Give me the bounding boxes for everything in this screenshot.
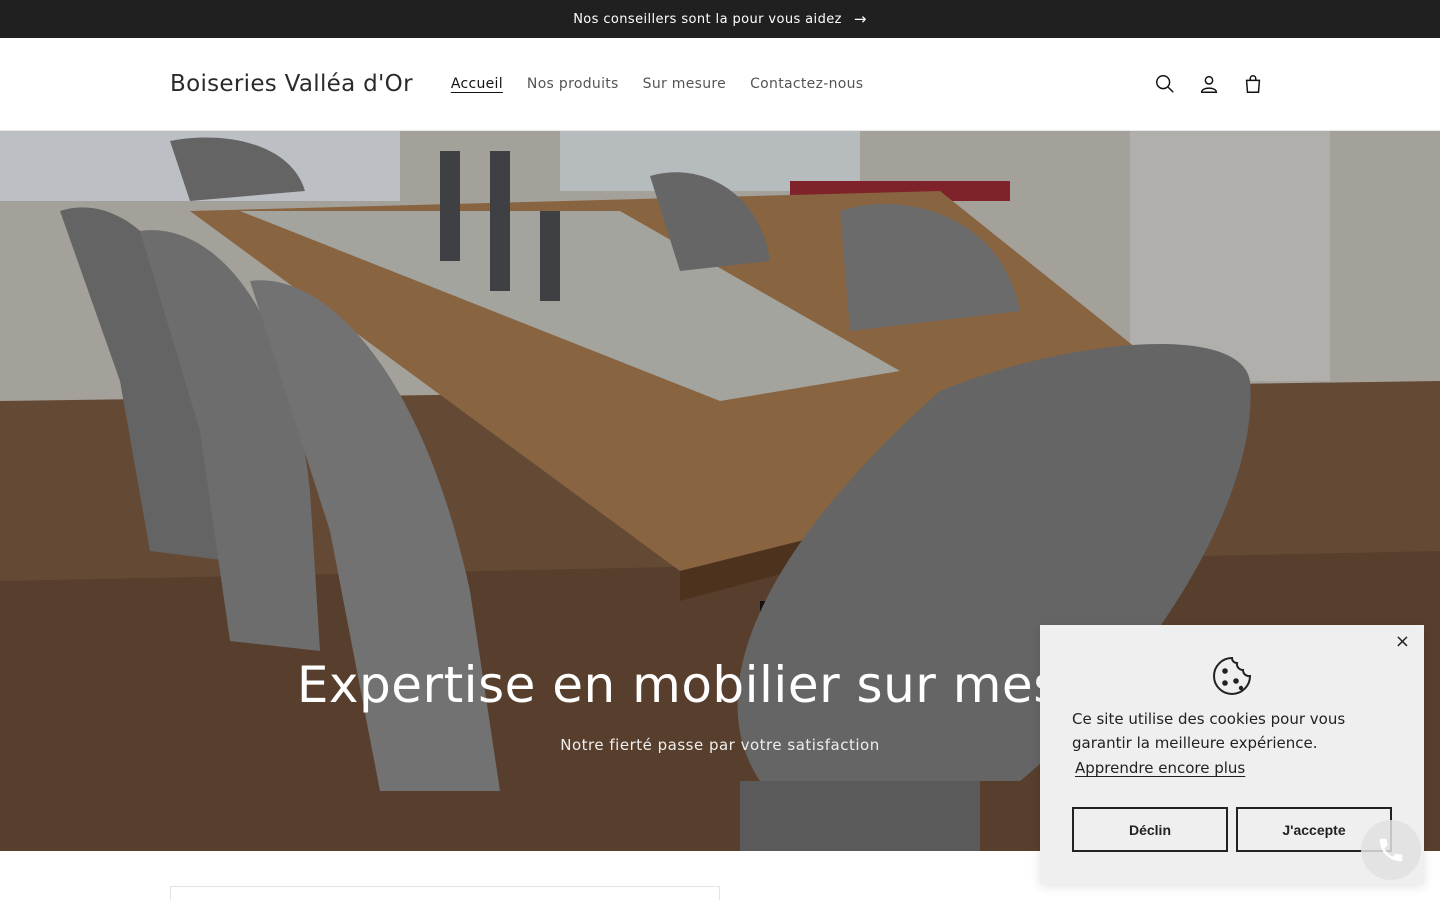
search-icon[interactable] [1148,67,1182,101]
cookie-learn-more-link[interactable]: Apprendre encore plus [1075,759,1245,777]
announcement-bar[interactable]: Nos conseillers sont la pour vous aidez … [0,0,1440,38]
cookie-message: Ce site utilise des cookies pour vous ga… [1072,710,1346,752]
decline-button[interactable]: Déclin [1072,807,1228,852]
main-nav: Accueil Nos produits Sur mesure Contacte… [439,76,876,92]
arrow-right-icon[interactable]: → [854,11,867,27]
close-icon[interactable]: × [1395,631,1410,652]
account-icon[interactable] [1192,67,1226,101]
cookie-buttons: Déclin J'accepte [1072,807,1392,852]
announcement-text[interactable]: Nos conseillers sont la pour vous aidez [573,12,842,27]
header-icons [1148,67,1270,101]
site-logo[interactable]: Boiseries Valléa d'Or [170,71,413,97]
nav-item-accueil[interactable]: Accueil [439,76,515,92]
phone-button[interactable] [1361,820,1421,880]
phone-icon [1379,838,1403,862]
cookie-icon [1072,655,1392,697]
nav-item-sur-mesure[interactable]: Sur mesure [631,76,738,92]
site-header: Boiseries Valléa d'Or Accueil Nos produi… [0,38,1440,131]
content-card-top [170,886,720,900]
nav-item-nos-produits[interactable]: Nos produits [515,76,631,92]
nav-item-contactez-nous[interactable]: Contactez-nous [738,76,875,92]
cart-icon[interactable] [1236,67,1270,101]
